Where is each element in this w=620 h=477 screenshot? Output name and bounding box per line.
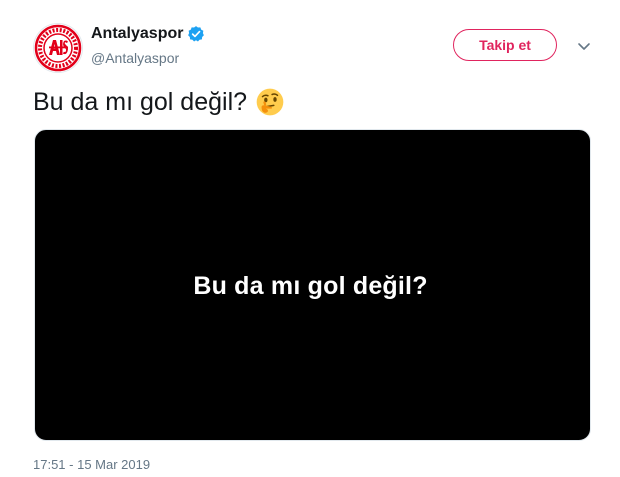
- author-handle[interactable]: @Antalyaspor: [91, 50, 179, 66]
- antalyaspor-logo-icon: [34, 24, 82, 72]
- verified-badge-icon: [187, 25, 205, 43]
- tweet-card: Antalyaspor @Antalyaspor Takip et Bu da …: [0, 0, 620, 477]
- tweet-text: Bu da mı gol değil?: [33, 87, 248, 116]
- thinking-face-emoji-icon: [255, 87, 285, 117]
- author-display-name[interactable]: Antalyaspor: [91, 25, 183, 43]
- tweet-text-row: Bu da mı gol değil?: [33, 87, 285, 117]
- video-caption: Bu da mı gol değil?: [193, 271, 428, 300]
- tweet-timestamp[interactable]: 17:51 - 15 Mar 2019: [33, 457, 150, 472]
- follow-button[interactable]: Takip et: [453, 29, 557, 61]
- avatar[interactable]: [33, 23, 83, 73]
- video-player[interactable]: Bu da mı gol değil?: [34, 129, 591, 441]
- chevron-down-icon[interactable]: [575, 37, 593, 55]
- author-name-row[interactable]: Antalyaspor: [91, 25, 205, 43]
